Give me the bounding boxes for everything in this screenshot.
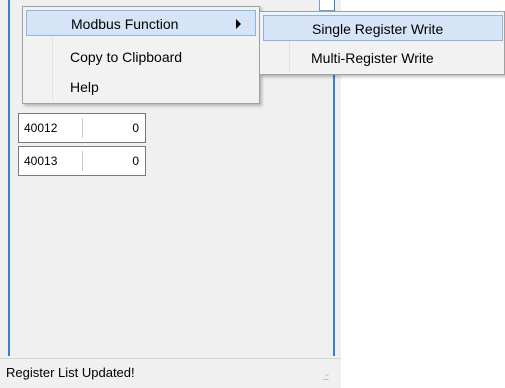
register-address: 40013 <box>21 151 83 171</box>
modbus-function-submenu: Single Register Write Multi-Register Wri… <box>259 11 505 75</box>
menu-item-label: Help <box>70 79 99 95</box>
register-address: 40012 <box>21 118 83 138</box>
submenu-arrow-icon <box>236 19 241 29</box>
register-value-field[interactable]: 0 <box>87 151 141 171</box>
status-text: Register List Updated! <box>6 365 135 380</box>
register-row: 40012 0 <box>18 113 146 143</box>
menu-item-label: Single Register Write <box>312 21 444 37</box>
resize-grip-icon[interactable]: .:: <box>323 372 335 384</box>
status-bar: Register List Updated! .:: <box>0 358 341 388</box>
menu-item-multi-register-write[interactable]: Multi-Register Write <box>263 45 503 71</box>
register-row: 40013 0 <box>18 146 146 176</box>
top-input-field[interactable] <box>319 0 334 11</box>
menu-item-label: Copy to Clipboard <box>70 49 183 65</box>
menu-item-label: Modbus Function <box>71 16 179 32</box>
context-menu: Modbus Function Copy to Clipboard Help <box>22 6 260 104</box>
menu-item-copy-to-clipboard[interactable]: Copy to Clipboard <box>26 44 256 70</box>
menu-item-label: Multi-Register Write <box>311 50 434 66</box>
register-value-field[interactable]: 0 <box>87 118 141 138</box>
menu-item-modbus-function[interactable]: Modbus Function <box>26 10 256 36</box>
menu-item-single-register-write[interactable]: Single Register Write <box>263 15 503 41</box>
menu-item-help[interactable]: Help <box>26 74 256 100</box>
